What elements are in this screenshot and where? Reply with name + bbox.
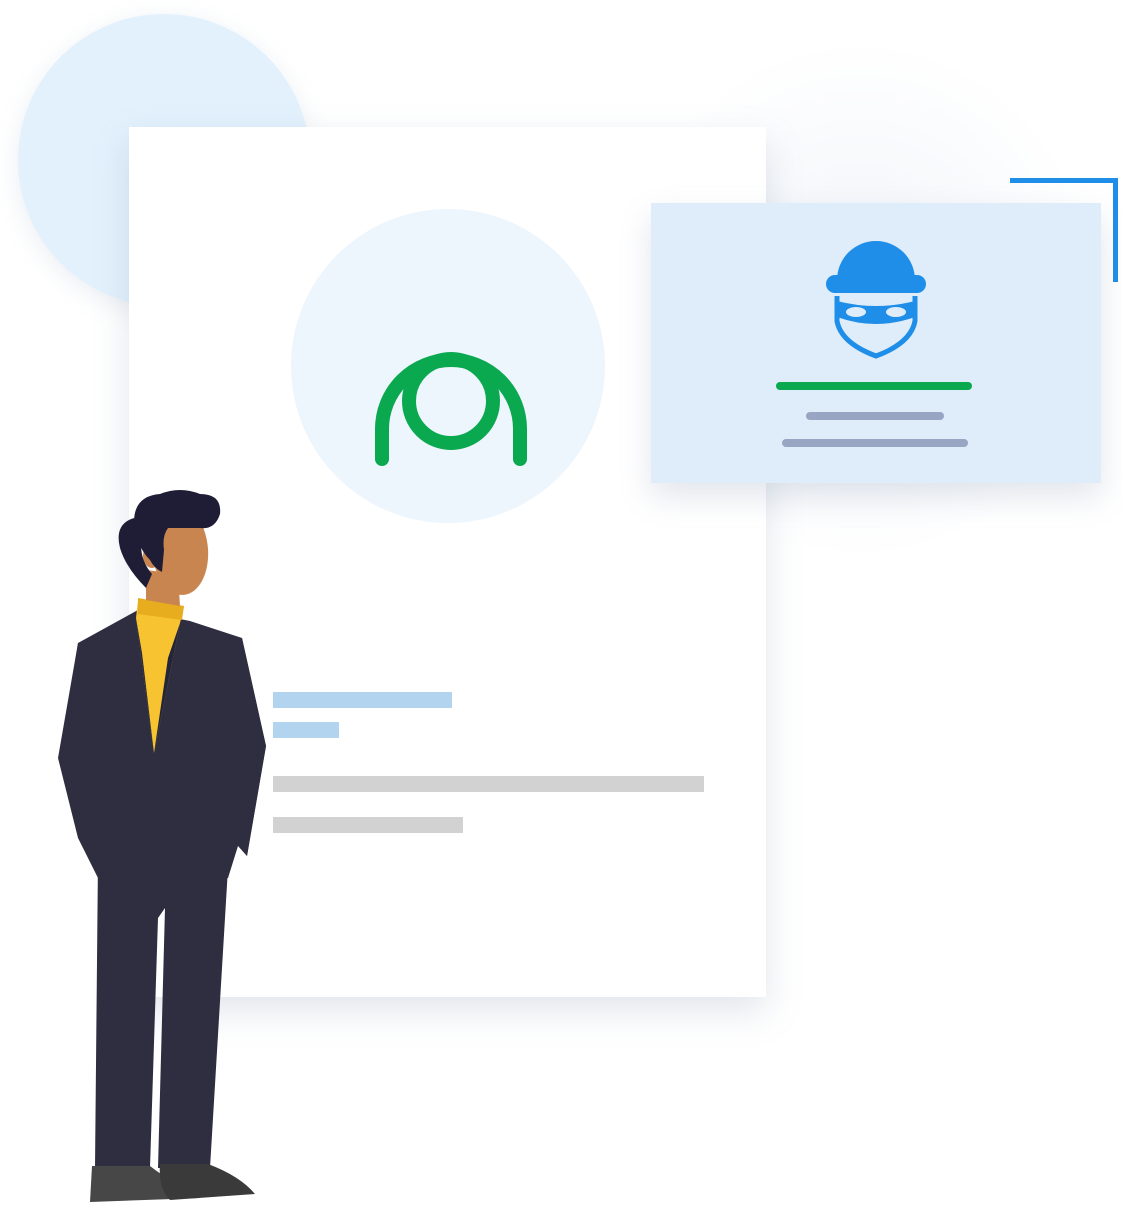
illustration-scene <box>0 0 1122 1207</box>
user-icon <box>375 352 527 466</box>
threat-card <box>651 203 1101 483</box>
threat-detail-line <box>806 412 944 420</box>
profile-detail-line <box>273 817 463 833</box>
threat-detail-line <box>782 439 968 447</box>
profile-name-placeholder <box>273 692 452 708</box>
standing-person-illustration <box>58 490 266 1202</box>
avatar <box>291 209 605 523</box>
threat-title-placeholder <box>776 382 972 390</box>
profile-detail-line <box>273 776 704 792</box>
